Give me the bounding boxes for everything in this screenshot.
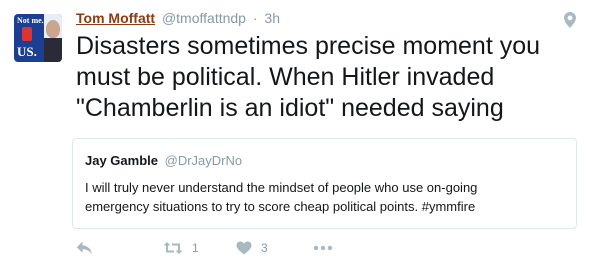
author-handle[interactable]: @tmoffattndp <box>162 10 246 26</box>
avatar-flag-icon <box>22 27 32 41</box>
avatar[interactable]: Not me. US. <box>14 14 62 62</box>
tweet-time[interactable]: 3h <box>264 10 280 26</box>
reply-button[interactable] <box>76 238 93 258</box>
avatar-face <box>46 20 60 38</box>
quoted-author-handle: @DrJayDrNo <box>164 153 243 168</box>
location-pin-icon[interactable] <box>564 12 576 28</box>
tweet-text-line: "Chamberlin is an idiot" needed saying <box>76 94 504 122</box>
more-button[interactable] <box>313 238 333 258</box>
author-name[interactable]: Tom Moffatt <box>76 10 155 26</box>
avatar-text-top: Not me. <box>17 16 44 25</box>
quoted-text-line: I will truly never understand the mindse… <box>85 180 478 195</box>
quoted-tweet[interactable]: Jay Gamble @DrJayDrNo I will truly never… <box>72 138 577 229</box>
heart-icon <box>236 241 252 255</box>
tweet-header: Tom Moffatt @tmoffattndp · 3h <box>76 10 280 26</box>
tweet-card: Not me. US. Tom Moffatt @tmoffattndp · 3… <box>0 0 589 269</box>
like-count: 3 <box>261 241 268 255</box>
retweet-button[interactable]: 1 <box>163 238 199 258</box>
avatar-suit <box>44 38 62 62</box>
retweet-count: 1 <box>192 241 199 255</box>
like-button[interactable]: 3 <box>236 238 268 258</box>
avatar-text-bottom: US. <box>17 44 37 59</box>
header-separator: · <box>252 10 258 26</box>
tweet-text-line: must be political. When Hitler invaded <box>76 63 495 91</box>
tweet-actions: 1 3 <box>0 238 589 262</box>
tweet-text: Disasters sometimes precise moment you m… <box>76 31 576 124</box>
more-icon <box>313 245 333 251</box>
quoted-tweet-text: I will truly never understand the mindse… <box>85 178 477 216</box>
retweet-icon <box>163 242 183 254</box>
tweet-text-line: Disasters sometimes precise moment you <box>76 32 541 60</box>
quoted-author-name: Jay Gamble <box>85 153 158 168</box>
quoted-tweet-header: Jay Gamble @DrJayDrNo <box>85 153 242 168</box>
quoted-text-line: emergency situations to try to score che… <box>85 199 476 214</box>
reply-icon <box>76 241 92 254</box>
